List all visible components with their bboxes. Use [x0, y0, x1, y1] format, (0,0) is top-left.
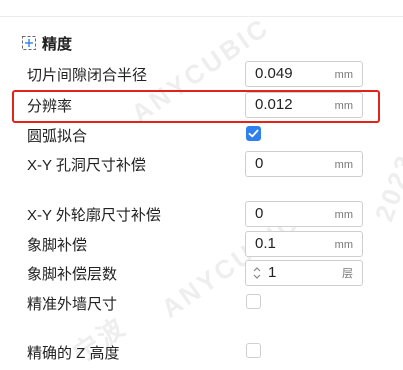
input-value[interactable]: 0.1 [255, 235, 276, 253]
arc-fitting-checkbox[interactable] [246, 126, 261, 141]
unit-label: mm [334, 159, 353, 171]
input-value[interactable]: 0 [255, 205, 263, 223]
setting-label: X-Y 外轮廓尺寸补偿 [27, 207, 161, 224]
top-divider [0, 16, 403, 17]
setting-label: X-Y 孔洞尺寸补偿 [27, 157, 146, 174]
unit-label: mm [334, 69, 353, 81]
section-title: 精度 [42, 35, 73, 53]
spin-arrows-icon[interactable] [252, 265, 262, 281]
unit-label: 层 [342, 268, 353, 280]
setting-label: 圆弧拟合 [27, 128, 88, 145]
setting-row-elephant-foot-layers: 象脚补偿层数 1 层 [0, 260, 403, 290]
setting-row-xy-contour-compensation: X-Y 外轮廓尺寸补偿 0 mm [0, 201, 403, 231]
setting-row-slice-gap-closing-radius: 切片间隙闭合半径 0.049 mm [0, 61, 403, 91]
input-value[interactable]: 0 [255, 155, 263, 173]
xy-hole-compensation-input[interactable]: 0 mm [245, 151, 363, 177]
setting-label: 精准外墙尺寸 [27, 296, 118, 313]
unit-label: mm [334, 239, 353, 251]
setting-row-elephant-foot-compensation: 象脚补偿 0.1 mm [0, 231, 403, 261]
elephant-foot-layers-stepper[interactable]: 1 层 [245, 260, 363, 286]
slice-gap-closing-radius-input[interactable]: 0.049 mm [245, 61, 363, 87]
setting-row-xy-hole-compensation: X-Y 孔洞尺寸补偿 0 mm [0, 151, 403, 181]
setting-row-precise-z-height: 精确的 Z 高度 [0, 339, 403, 369]
precision-grid-icon [22, 36, 36, 50]
checkmark-icon [248, 129, 259, 138]
input-value[interactable]: 0.049 [255, 65, 293, 83]
setting-row-arc-fitting: 圆弧拟合 [0, 122, 403, 152]
setting-row-precise-outer-wall: 精准外墙尺寸 [0, 290, 403, 320]
xy-contour-compensation-input[interactable]: 0 mm [245, 201, 363, 227]
highlight-box [12, 90, 380, 123]
setting-label: 切片间隙闭合半径 [27, 67, 148, 84]
setting-label: 象脚补偿层数 [27, 266, 118, 283]
input-value[interactable]: 1 [268, 264, 276, 282]
setting-label: 精确的 Z 高度 [27, 345, 120, 362]
section-header: 精度 [22, 33, 72, 53]
unit-label: mm [334, 209, 353, 221]
precise-outer-wall-checkbox[interactable] [246, 294, 261, 309]
setting-label: 象脚补偿 [27, 237, 88, 254]
precise-z-height-checkbox[interactable] [246, 343, 261, 358]
elephant-foot-compensation-input[interactable]: 0.1 mm [245, 231, 363, 257]
